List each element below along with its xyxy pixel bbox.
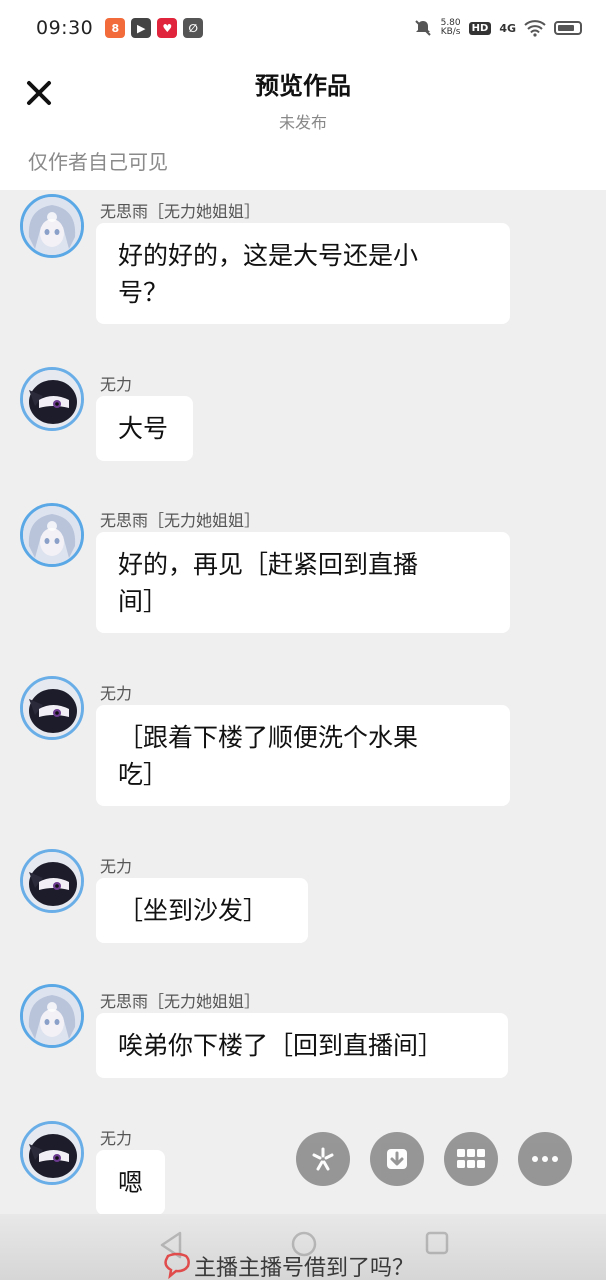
message-line: 大号 <box>118 414 169 443</box>
avatar[interactable] <box>20 676 84 740</box>
mute-icon <box>414 20 431 36</box>
sender-name: 无力 <box>100 1129 133 1148</box>
grid-icon <box>457 1149 485 1168</box>
download-button[interactable] <box>370 1132 424 1186</box>
page-title: 预览作品 <box>255 72 351 100</box>
status-indicators: 5.80 KB/s HD 4G <box>413 18 582 38</box>
status-bar: 09:30 8 ▶ ♥ ∅ 5.80 KB/s HD 4G <box>0 0 606 56</box>
message-bubble[interactable]: 大号 <box>96 396 193 461</box>
status-app-icons: 8 ▶ ♥ ∅ <box>105 18 204 38</box>
shopping-app-icon: ♥ <box>157 18 178 38</box>
danmaku-text: 主播主播号借到了吗？ <box>194 1256 415 1280</box>
comment-bubble-icon <box>164 1252 190 1280</box>
hd-badge: HD <box>468 21 492 35</box>
more-button[interactable] <box>518 1132 572 1186</box>
visibility-note: 仅作者自己可见 <box>28 150 168 174</box>
message-bubble[interactable]: 好的，再见［赶紧回到直播 间］ <box>96 532 510 633</box>
message-line: 号？ <box>118 278 169 307</box>
avatar-ninja-icon <box>23 1124 81 1182</box>
sender-name: 无思雨［无力她姐姐］ <box>100 202 261 221</box>
message-line: 嗯 <box>118 1168 144 1197</box>
avatar[interactable] <box>20 849 84 913</box>
sparkle-icon <box>312 1147 334 1171</box>
avatar-girl-icon <box>23 506 81 564</box>
message-bubble[interactable]: 嗯 <box>96 1150 165 1215</box>
download-icon <box>387 1149 407 1169</box>
avatar[interactable] <box>20 367 84 431</box>
title-block: 预览作品 未发布 <box>0 66 606 133</box>
sender-name: 无力 <box>100 857 133 876</box>
avatar[interactable] <box>20 503 84 567</box>
message-line: 唉弟你下楼了［回到直播间］ <box>118 1031 444 1060</box>
grid-button[interactable] <box>444 1132 498 1186</box>
publish-status: 未发布 <box>278 113 327 132</box>
message-bubble[interactable]: 好的好的，这是大号还是小 号？ <box>96 223 510 324</box>
sender-name: 无力 <box>100 684 133 703</box>
message-bubble[interactable]: ［跟着下楼了顺便洗个水果 吃］ <box>96 705 510 806</box>
message-line: 间］ <box>118 587 169 616</box>
message-line: 好的，再见［赶紧回到直播 <box>118 550 419 579</box>
avatar[interactable] <box>20 984 84 1048</box>
effects-button[interactable] <box>296 1132 350 1186</box>
net-speed-unit: KB/s <box>440 27 461 37</box>
message-line: 好的好的，这是大号还是小 <box>118 241 419 270</box>
avatar[interactable] <box>20 1121 84 1185</box>
sender-name: 无思雨［无力她姐姐］ <box>100 992 261 1011</box>
net-speed: 5.80 KB/s <box>441 19 461 37</box>
video-app-icon: ▶ <box>131 18 152 38</box>
link-app-icon: ∅ <box>183 18 204 38</box>
message-line: ［跟着下楼了顺便洗个水果 <box>118 723 419 752</box>
battery-icon <box>554 21 582 35</box>
status-time: 09:30 <box>36 17 94 39</box>
more-icon <box>532 1156 558 1162</box>
preview-header: 预览作品 未发布 仅作者自己可见 <box>0 56 606 190</box>
sender-name: 无力 <box>100 375 133 394</box>
notification-app-icon: 8 <box>105 18 126 38</box>
wifi-icon <box>524 20 546 37</box>
sender-name: 无思雨［无力她姐姐］ <box>100 511 261 530</box>
message-bubble[interactable]: ［坐到沙发］ <box>96 878 308 943</box>
avatar[interactable] <box>20 194 84 258</box>
avatar-ninja-icon <box>23 370 81 428</box>
recents-nav-icon[interactable] <box>424 1230 450 1256</box>
avatar-girl-icon <box>23 197 81 255</box>
message-line: 吃］ <box>118 760 169 789</box>
network-label: 4G <box>499 21 516 35</box>
message-line: ［坐到沙发］ <box>118 896 269 925</box>
avatar-ninja-icon <box>23 679 81 737</box>
avatar-ninja-icon <box>23 852 81 910</box>
avatar-girl-icon <box>23 987 81 1045</box>
message-bubble[interactable]: 唉弟你下楼了［回到直播间］ <box>96 1013 508 1078</box>
danmaku-comment: 主播主播号借到了吗？ <box>162 1250 414 1280</box>
